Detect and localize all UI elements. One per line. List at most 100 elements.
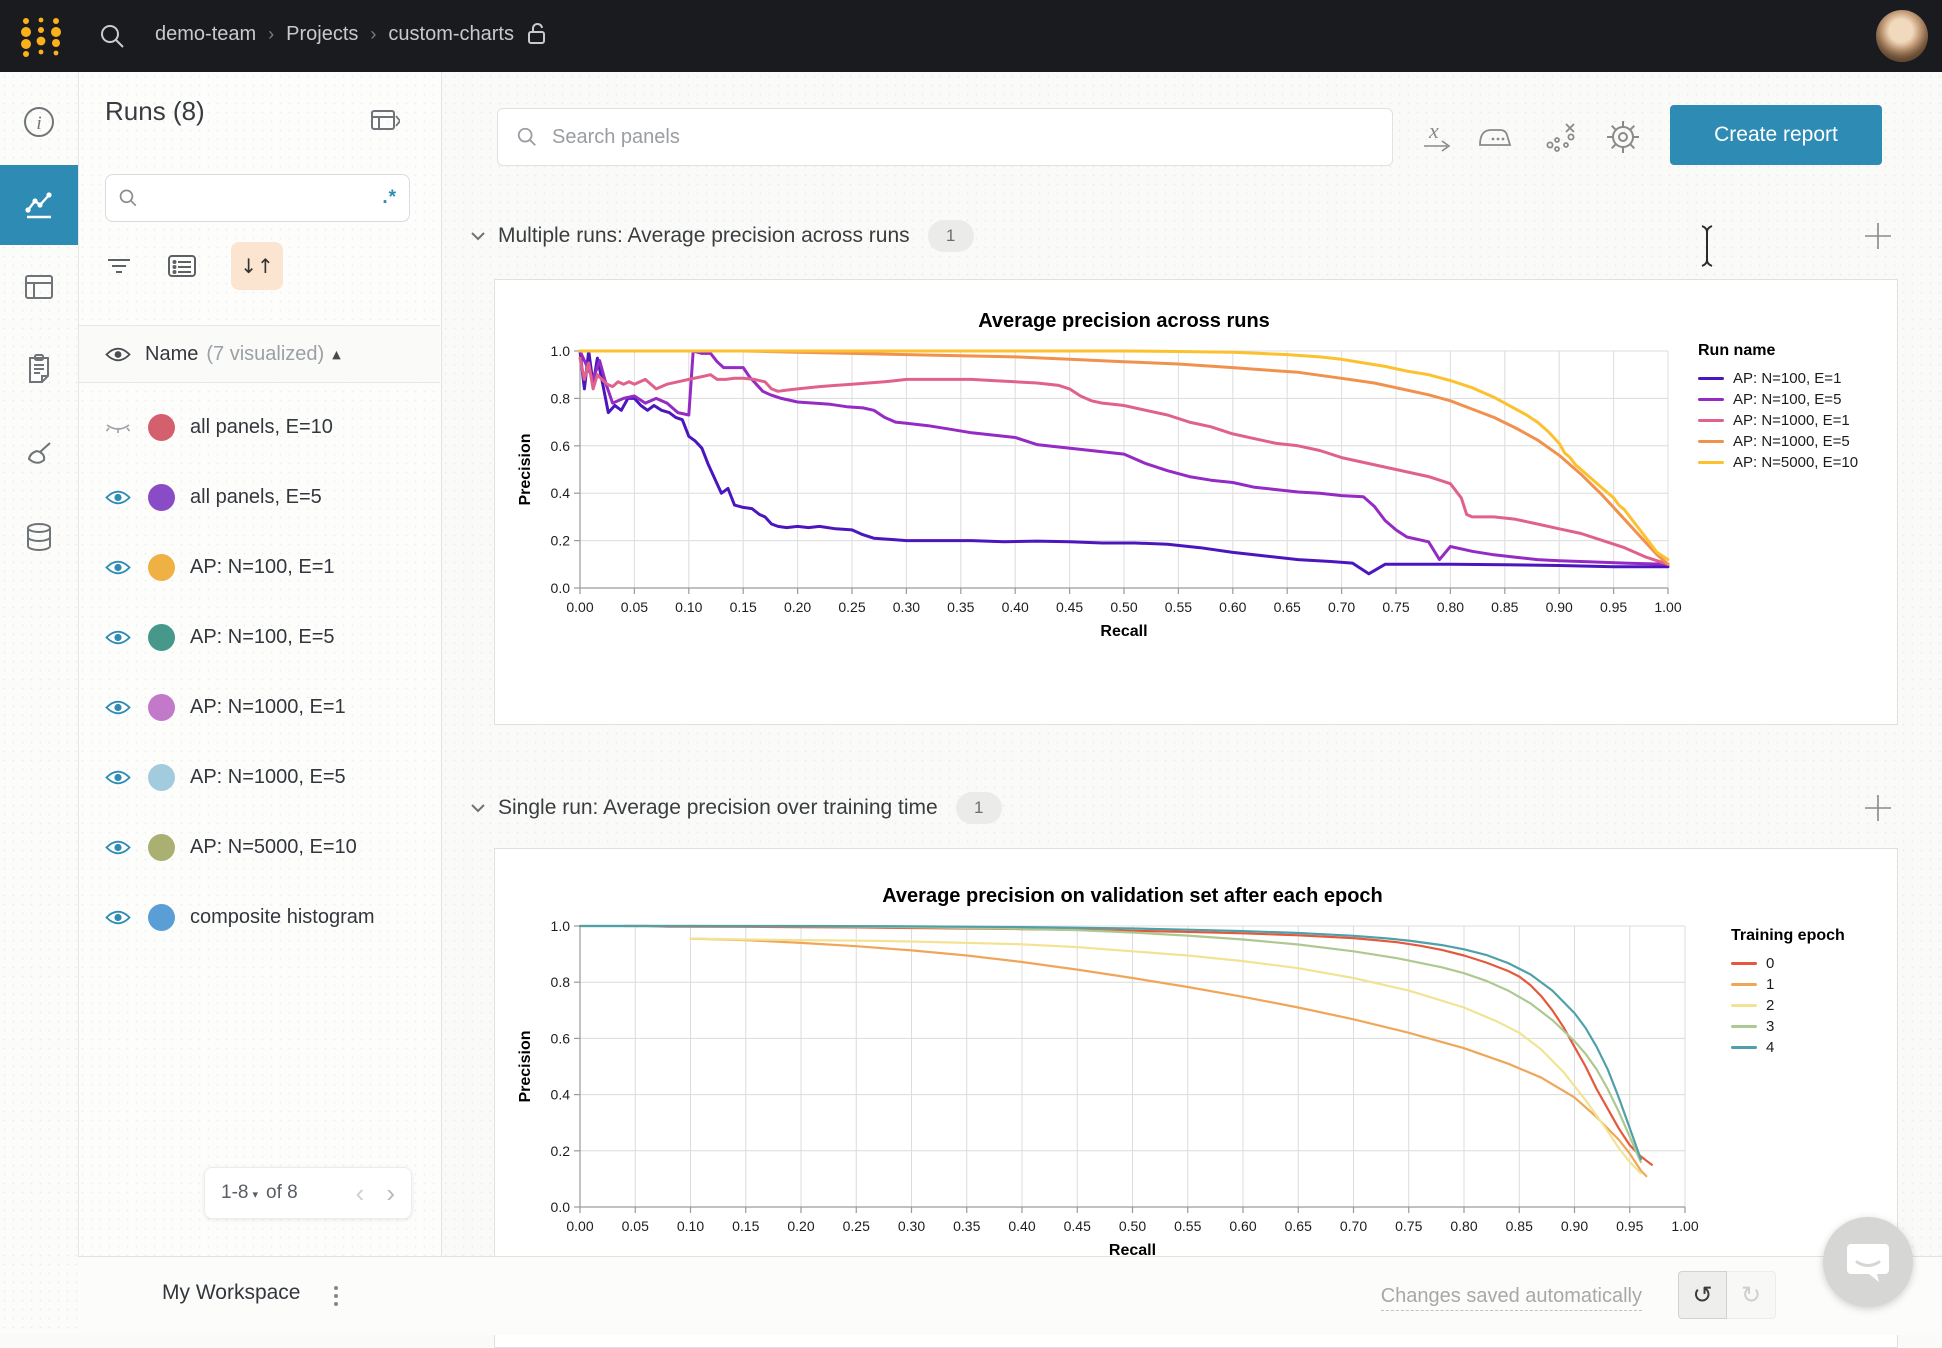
svg-text:0.4: 0.4: [551, 485, 571, 501]
run-name: AP: N=100, E=5: [190, 626, 335, 649]
wandb-logo[interactable]: [18, 13, 64, 64]
workspace-settings-button[interactable]: [1600, 114, 1646, 160]
add-panel-button[interactable]: [1862, 220, 1894, 252]
series-line: [691, 939, 1647, 1177]
svg-text:0.80: 0.80: [1450, 1218, 1477, 1234]
svg-text:0.8: 0.8: [551, 974, 571, 990]
name-column-label: Name: [145, 343, 198, 366]
sort-button[interactable]: ↓↑: [231, 242, 283, 290]
svg-text:0.95: 0.95: [1600, 599, 1627, 615]
svg-text:0.35: 0.35: [953, 1218, 980, 1234]
svg-text:0.20: 0.20: [784, 599, 811, 615]
gear-icon: [1604, 118, 1642, 156]
run-row[interactable]: AP: N=1000, E=1: [78, 672, 440, 742]
runs-pagination: 1-8▾ of 8 ‹ ›: [204, 1167, 412, 1219]
visibility-on-icon[interactable]: [105, 559, 131, 576]
legend-item: 0: [1731, 953, 1845, 974]
legend-label: 3: [1766, 1018, 1774, 1035]
svg-text:0.05: 0.05: [621, 599, 648, 615]
svg-text:0.65: 0.65: [1274, 599, 1301, 615]
filter-button[interactable]: [105, 255, 133, 277]
visibility-on-icon[interactable]: [105, 629, 131, 646]
run-row[interactable]: all panels, E=10: [78, 392, 440, 462]
svg-text:0.90: 0.90: [1546, 599, 1573, 615]
page-range-dropdown[interactable]: 1-8▾: [221, 1182, 258, 1204]
legend-label: AP: N=1000, E=1: [1733, 412, 1850, 429]
sidebar-item-artifacts[interactable]: [0, 505, 78, 569]
breadcrumb-project-name[interactable]: custom-charts: [388, 23, 514, 46]
runs-search-input[interactable]: [146, 187, 382, 210]
run-color-dot: [148, 764, 175, 791]
svg-text:0.55: 0.55: [1174, 1218, 1201, 1234]
workspace-menu-button[interactable]: [326, 1279, 346, 1313]
legend-swatch: [1698, 398, 1724, 402]
sidebar-item-sweeps[interactable]: [0, 423, 78, 487]
svg-text:0.2: 0.2: [551, 533, 571, 549]
runs-panel-title: Runs (8): [105, 96, 205, 127]
run-row[interactable]: AP: N=100, E=1: [78, 532, 440, 602]
chat-bubble-icon: [1845, 1240, 1891, 1284]
support-chat-button[interactable]: [1823, 1217, 1913, 1307]
runs-name-column-header[interactable]: Name (7 visualized) ▲: [78, 325, 440, 383]
smoothing-settings-button[interactable]: [1472, 114, 1518, 160]
chart-svg: 0.000.050.100.150.200.250.300.350.400.45…: [580, 926, 1685, 1207]
create-report-button[interactable]: Create report: [1670, 105, 1882, 165]
svg-text:0.00: 0.00: [566, 1218, 593, 1234]
chart-legend: Run name AP: N=100, E=1AP: N=100, E=5AP:…: [1698, 342, 1858, 473]
run-row[interactable]: AP: N=100, E=5: [78, 602, 440, 672]
group-button[interactable]: [167, 254, 197, 278]
panel-search-box: [497, 108, 1393, 166]
run-row[interactable]: AP: N=1000, E=5: [78, 742, 440, 812]
svg-text:0.30: 0.30: [898, 1218, 925, 1234]
add-panel-button[interactable]: [1862, 792, 1894, 824]
chevron-down-icon[interactable]: [468, 226, 488, 246]
sidebar-item-overview[interactable]: i: [0, 90, 78, 154]
navbar-search-icon[interactable]: [98, 22, 126, 55]
visibility-on-icon[interactable]: [105, 769, 131, 786]
run-row[interactable]: composite histogram: [78, 882, 440, 952]
next-page-button[interactable]: ›: [386, 1178, 395, 1209]
chart-panel-average-precision-across-runs[interactable]: Average precision across runs 0.000.050.…: [494, 279, 1898, 725]
panel-count-badge: 1: [956, 792, 1002, 824]
broom-icon: [23, 439, 55, 471]
run-color-dot: [148, 904, 175, 931]
chevron-down-icon[interactable]: [468, 798, 488, 818]
user-avatar[interactable]: [1876, 10, 1928, 62]
x-axis-title: Recall: [1100, 623, 1147, 640]
visibility-off-icon[interactable]: [105, 419, 131, 436]
svg-text:0.45: 0.45: [1056, 599, 1083, 615]
legend-label: 0: [1766, 955, 1774, 972]
x-axis-settings-button[interactable]: x: [1414, 114, 1460, 160]
scatter-outlier-icon: [1543, 119, 1579, 155]
panel-search-input[interactable]: [550, 125, 1374, 150]
legend-item: 2: [1731, 995, 1845, 1016]
sidebar-item-charts[interactable]: [0, 165, 78, 245]
run-name: composite histogram: [190, 906, 375, 929]
undo-button[interactable]: ↺: [1678, 1271, 1727, 1319]
breadcrumb-projects[interactable]: Projects: [286, 23, 358, 46]
run-row[interactable]: all panels, E=5: [78, 462, 440, 532]
autosave-status: Changes saved automatically: [1381, 1285, 1642, 1311]
regex-toggle[interactable]: .*: [382, 187, 397, 209]
svg-text:0.10: 0.10: [677, 1218, 704, 1234]
lock-open-icon: [526, 22, 548, 46]
svg-text:0.05: 0.05: [622, 1218, 649, 1234]
chart-svg: 0.000.050.100.150.200.250.300.350.400.45…: [580, 351, 1668, 588]
top-navbar: demo-team › Projects › custom-charts: [0, 0, 1942, 72]
redo-button[interactable]: ↻: [1727, 1271, 1776, 1319]
visibility-on-icon[interactable]: [105, 839, 131, 856]
run-row[interactable]: AP: N=5000, E=10: [78, 812, 440, 882]
outliers-settings-button[interactable]: [1538, 114, 1584, 160]
sidebar-item-tables[interactable]: [0, 255, 78, 319]
visibility-on-icon[interactable]: [105, 699, 131, 716]
sidebar-item-notes[interactable]: [0, 337, 78, 401]
prev-page-button[interactable]: ‹: [356, 1178, 365, 1209]
breadcrumb-team[interactable]: demo-team: [155, 23, 256, 46]
svg-text:0.45: 0.45: [1064, 1218, 1091, 1234]
expand-runs-table-button[interactable]: [370, 108, 400, 134]
svg-text:0.95: 0.95: [1616, 1218, 1643, 1234]
visibility-on-icon[interactable]: [105, 909, 131, 926]
svg-text:0.70: 0.70: [1340, 1218, 1367, 1234]
axes: [574, 351, 1668, 594]
visibility-on-icon[interactable]: [105, 489, 131, 506]
